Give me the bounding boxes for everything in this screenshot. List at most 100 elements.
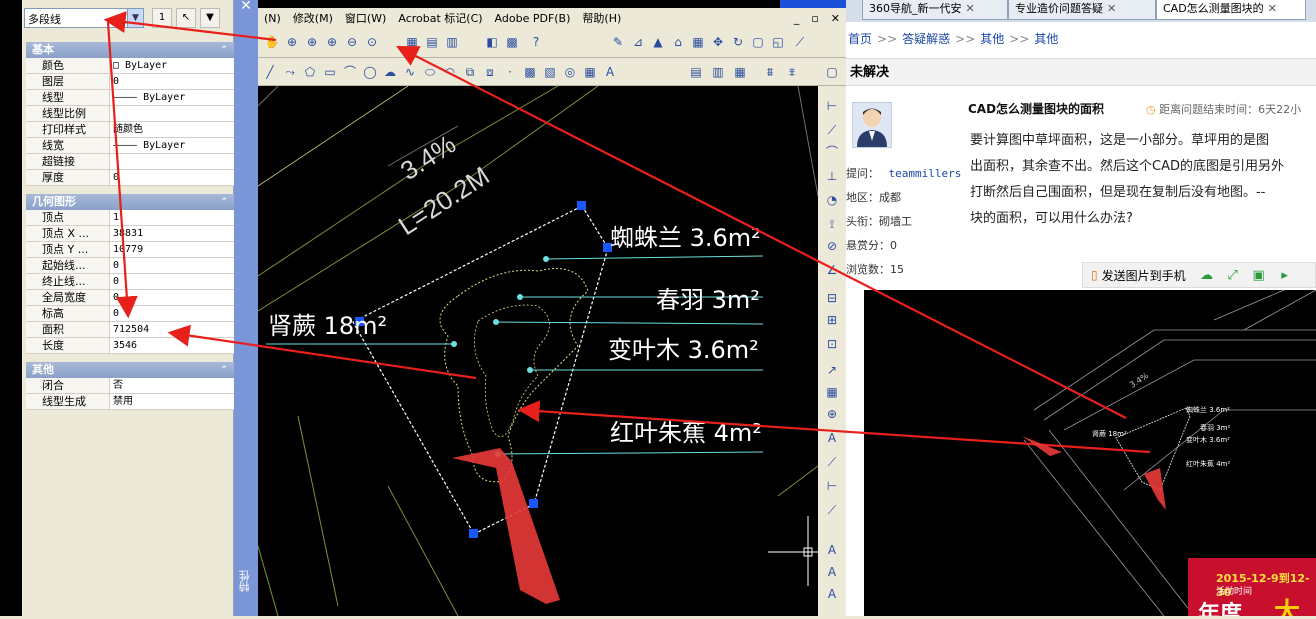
menu-item-window[interactable]: 窗口(W) bbox=[345, 10, 386, 26]
dim-baseline-icon[interactable]: ⊞ bbox=[824, 312, 840, 328]
property-row[interactable]: 线型生成 禁用 bbox=[26, 394, 234, 410]
quickcalc-icon[interactable]: ▩ bbox=[504, 34, 520, 50]
close-icon[interactable]: ✕ bbox=[1107, 2, 1116, 15]
help-icon[interactable]: ? bbox=[528, 34, 544, 50]
dim-arc-icon[interactable]: ⌒ bbox=[824, 144, 840, 160]
property-row[interactable]: 顶点 X ... 38831 bbox=[26, 226, 234, 242]
trim-icon[interactable]: ⟋ bbox=[792, 34, 808, 50]
property-row[interactable]: 长度 3546 bbox=[26, 338, 234, 354]
dim-edit-icon[interactable]: A bbox=[824, 430, 840, 446]
property-row[interactable]: 面积 712504 bbox=[26, 322, 234, 338]
polygon-icon[interactable]: ⬠ bbox=[302, 64, 318, 80]
property-row[interactable]: 顶点 Y ... 10779 bbox=[26, 242, 234, 258]
property-row[interactable]: 厚度 0 bbox=[26, 170, 234, 186]
table-icon[interactable]: ▦ bbox=[582, 64, 598, 80]
scale-icon[interactable]: ▢ bbox=[750, 34, 766, 50]
property-row[interactable]: 线型比例 bbox=[26, 106, 234, 122]
ellipse-icon[interactable]: ⬭ bbox=[422, 64, 438, 80]
property-value[interactable] bbox=[110, 154, 234, 169]
dim-continue-icon[interactable]: ⊡ bbox=[824, 336, 840, 352]
quick-select-button[interactable]: ▼ bbox=[200, 8, 220, 28]
promo-banner[interactable]: 2015-12-9到12-30 活动时间 年度 大 bbox=[1188, 558, 1316, 616]
property-value[interactable] bbox=[110, 106, 234, 121]
property-row[interactable]: 线宽 ———— ByLayer bbox=[26, 138, 234, 154]
property-row[interactable]: 顶点 1 bbox=[26, 210, 234, 226]
restore-button[interactable]: ▫ bbox=[811, 12, 818, 25]
dim-text-edit-icon[interactable]: ⟋ bbox=[824, 454, 840, 470]
match-properties-icon[interactable]: ✎ bbox=[610, 34, 626, 50]
dim-angular-icon[interactable]: ∠ bbox=[824, 262, 840, 278]
property-value[interactable]: 0 bbox=[110, 274, 234, 289]
breadcrumb-qa[interactable]: 答疑解惑 bbox=[902, 32, 950, 46]
property-row[interactable]: 图层 0 bbox=[26, 74, 234, 90]
rectangle-icon[interactable]: ▭ bbox=[322, 64, 338, 80]
dim-radius-icon[interactable]: ◔ bbox=[824, 192, 840, 208]
property-row[interactable]: 标高 0 bbox=[26, 306, 234, 322]
layer-dropdown-icon[interactable]: ▢ bbox=[824, 64, 840, 80]
move-icon[interactable]: ✥ bbox=[710, 34, 726, 50]
circle-icon[interactable]: ◯ bbox=[362, 64, 378, 80]
cad-drawing-area[interactable]: 3.4% L=20.2M 蜘蛛兰 3.6m² 春羽 3m² 变叶木 3.6m² … bbox=[257, 85, 819, 617]
close-icon[interactable]: ✕ bbox=[234, 0, 258, 14]
mtext-icon[interactable]: A bbox=[602, 64, 618, 80]
select-objects-button[interactable]: ↖ bbox=[176, 8, 196, 28]
leader-icon[interactable]: ↗ bbox=[824, 362, 840, 378]
property-row[interactable]: 线型 ———— ByLayer bbox=[26, 90, 234, 106]
fullscreen-icon[interactable]: ⤢ bbox=[1220, 268, 1246, 283]
menu-item-n[interactable]: (N) bbox=[264, 12, 281, 25]
zoom-window-icon[interactable]: ⊕ bbox=[304, 34, 320, 50]
zoom-realtime-icon[interactable]: ⊕ bbox=[284, 34, 300, 50]
property-value[interactable]: 0 bbox=[110, 74, 234, 89]
layer-states-icon[interactable]: ▥ bbox=[710, 64, 726, 80]
close-icon[interactable]: ✕ bbox=[1268, 2, 1277, 15]
arc-icon[interactable]: ⌒ bbox=[342, 64, 358, 80]
dim-jogged-icon[interactable]: ⟟ bbox=[824, 216, 840, 232]
property-value[interactable]: 38831 bbox=[110, 226, 234, 241]
property-row[interactable]: 颜色 □ ByLayer bbox=[26, 58, 234, 74]
insert-block-icon[interactable]: ⧉ bbox=[462, 64, 478, 80]
property-value[interactable]: 禁用 bbox=[110, 394, 234, 409]
breadcrumb-other-sub[interactable]: 其他 bbox=[1034, 32, 1058, 46]
section-header[interactable]: 基本 ⌃ bbox=[26, 42, 234, 58]
property-value[interactable]: 0 bbox=[110, 258, 234, 273]
layer-iso-icon[interactable]: ⩨ bbox=[784, 64, 800, 80]
menu-item-modify[interactable]: 修改(M) bbox=[293, 10, 333, 26]
close-button[interactable]: ✕ bbox=[831, 12, 840, 25]
hatch-icon[interactable]: ▩ bbox=[522, 64, 538, 80]
properties-icon[interactable]: ▦ bbox=[404, 34, 420, 50]
dim-aligned-icon[interactable]: ⟋ bbox=[824, 122, 840, 138]
collapse-icon[interactable]: ⌃ bbox=[220, 362, 228, 378]
make-block-icon[interactable]: ⧈ bbox=[482, 64, 498, 80]
property-row[interactable]: 打印样式 随颜色 bbox=[26, 122, 234, 138]
stretch-icon[interactable]: ◱ bbox=[770, 34, 786, 50]
object-type-select[interactable]: 多段线 ▼ bbox=[24, 8, 144, 28]
zoom-all-icon[interactable]: ⊙ bbox=[364, 34, 380, 50]
layer-icon[interactable]: ▤ bbox=[688, 64, 704, 80]
property-value[interactable]: 0 bbox=[110, 306, 234, 321]
cloud-icon[interactable]: ☁ bbox=[1194, 268, 1220, 283]
construction-line-icon[interactable]: ⤳ bbox=[282, 64, 298, 80]
toggle-pickadd-button[interactable]: 1 bbox=[152, 8, 172, 28]
mirror-icon[interactable]: ⊿ bbox=[630, 34, 646, 50]
array-rect-icon[interactable]: ▦ bbox=[690, 34, 706, 50]
menu-item-acrobat[interactable]: Acrobat 标记(C) bbox=[398, 10, 482, 26]
property-value[interactable]: 10779 bbox=[110, 242, 234, 257]
revcloud-icon[interactable]: ☁ bbox=[382, 64, 398, 80]
tab-360-nav[interactable]: 360导航_新一代安 ✕ bbox=[862, 0, 1008, 20]
section-header[interactable]: 其他 ⌃ bbox=[26, 362, 234, 378]
offset-icon[interactable]: ▲ bbox=[650, 34, 666, 50]
breadcrumb-home[interactable]: 首页 bbox=[848, 32, 872, 46]
chevron-down-icon[interactable]: ▼ bbox=[127, 9, 143, 27]
property-row[interactable]: 全局宽度 0 bbox=[26, 290, 234, 306]
property-value[interactable]: ———— ByLayer bbox=[110, 138, 234, 153]
minimize-button[interactable]: _ bbox=[794, 12, 800, 25]
more-icon[interactable]: ▸ bbox=[1272, 268, 1298, 283]
gradient-icon[interactable]: ▧ bbox=[542, 64, 558, 80]
center-mark-icon[interactable]: ⊕ bbox=[824, 406, 840, 422]
tab-cost-qa[interactable]: 专业造价问题答疑 ✕ bbox=[1008, 0, 1156, 20]
layer-match-icon[interactable]: ⩩ bbox=[762, 64, 778, 80]
text-style-icon[interactable]: A bbox=[824, 586, 840, 602]
property-row[interactable]: 闭合否 bbox=[26, 378, 234, 394]
text-edit-icon[interactable]: A bbox=[824, 564, 840, 580]
zoom-in-icon[interactable]: ⊕ bbox=[324, 34, 340, 50]
